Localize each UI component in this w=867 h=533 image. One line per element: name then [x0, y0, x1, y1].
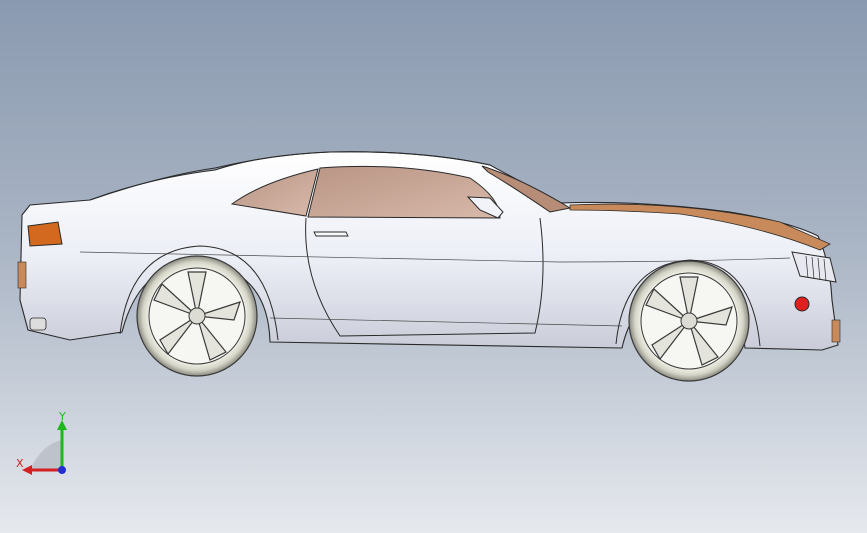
triad-base — [30, 440, 62, 470]
rear-bumper-accent — [17, 261, 27, 289]
rear-wheel — [136, 255, 258, 377]
y-axis-label: Y — [59, 410, 66, 423]
z-axis-dot — [58, 466, 66, 474]
graphics-viewport[interactable]: Y X — [0, 0, 867, 533]
exhaust — [29, 317, 47, 331]
x-axis-label: X — [16, 457, 24, 470]
tail-light — [27, 221, 63, 247]
car-model[interactable] — [0, 0, 867, 533]
front-bumper-accent — [831, 319, 841, 343]
orientation-triad: Y X — [10, 410, 80, 480]
fog-light — [794, 296, 810, 312]
front-wheel — [628, 260, 750, 382]
door-handle — [313, 231, 349, 237]
